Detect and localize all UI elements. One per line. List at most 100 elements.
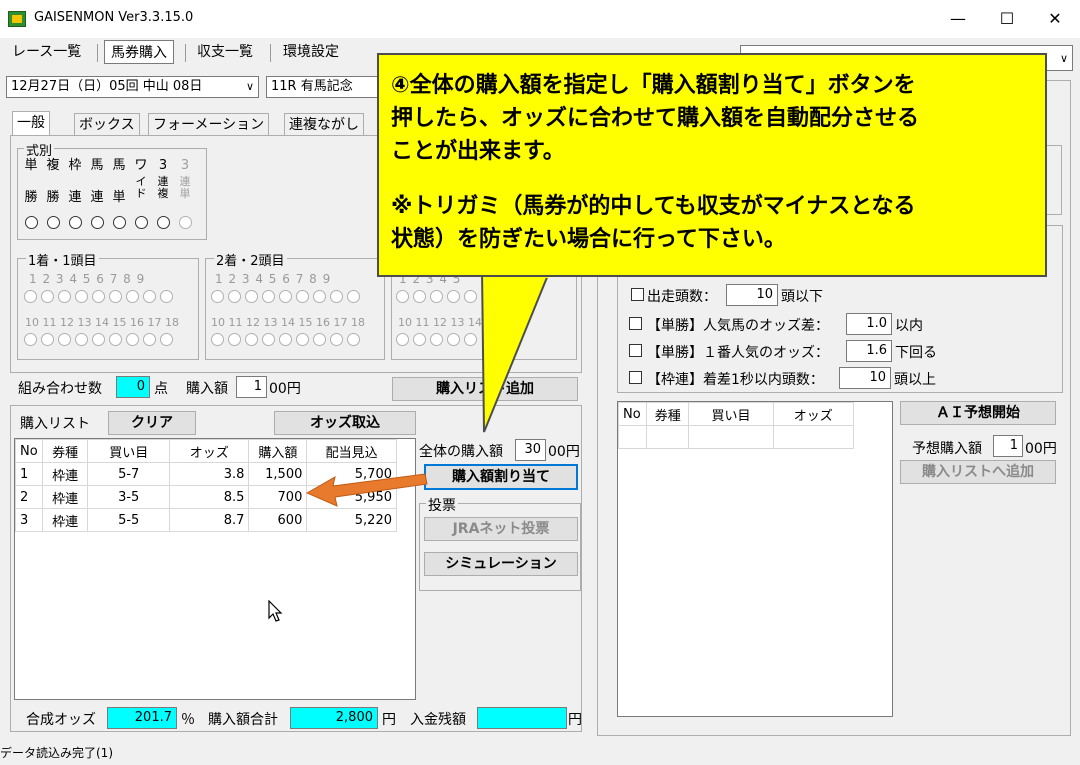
- horse-radio[interactable]: [143, 290, 156, 303]
- horse-radio[interactable]: [447, 333, 460, 346]
- horse-radio[interactable]: [228, 333, 241, 346]
- import-odds-button[interactable]: オッズ取込: [274, 411, 416, 435]
- horse-radio[interactable]: [330, 290, 343, 303]
- tab-formation[interactable]: フォーメーション: [148, 113, 270, 135]
- horse-radio[interactable]: [430, 290, 443, 303]
- allocate-amount-button[interactable]: 購入額割り当て: [424, 464, 578, 490]
- bet-type-option[interactable]: 3 連単: [175, 158, 195, 234]
- horse-radio[interactable]: [109, 290, 122, 303]
- horse-radio[interactable]: [41, 333, 54, 346]
- column-header: オッズ: [772, 402, 855, 426]
- menu-balance-list[interactable]: 収支一覧: [191, 40, 259, 64]
- horse-radio[interactable]: [58, 290, 71, 303]
- bet-type-option[interactable]: 枠連: [65, 158, 85, 234]
- bet-type-radio[interactable]: [46, 216, 60, 229]
- condition-input-3[interactable]: 1.6: [846, 340, 892, 362]
- bet-type-option[interactable]: 複勝: [43, 158, 63, 234]
- horse-radio[interactable]: [92, 333, 105, 346]
- bet-type-radio[interactable]: [90, 216, 104, 229]
- bet-type-option[interactable]: 馬連: [87, 158, 107, 234]
- horse-radio[interactable]: [330, 333, 343, 346]
- bet-type-radio[interactable]: [156, 216, 170, 229]
- horse-radio[interactable]: [396, 333, 409, 346]
- horse-radio[interactable]: [245, 290, 258, 303]
- horse-radio[interactable]: [262, 290, 275, 303]
- horse-radio[interactable]: [313, 290, 326, 303]
- horse-radio[interactable]: [160, 333, 173, 346]
- horse-radio[interactable]: [24, 333, 37, 346]
- horse-radio[interactable]: [347, 290, 360, 303]
- bet-type-radio[interactable]: [134, 216, 148, 229]
- horse-radio[interactable]: [447, 290, 460, 303]
- predict-amount-label: 予想購入額: [912, 441, 982, 457]
- bet-type-option[interactable]: ワイド: [131, 158, 151, 234]
- horse-radio[interactable]: [262, 333, 275, 346]
- horse-radio[interactable]: [296, 290, 309, 303]
- horse-radio[interactable]: [58, 333, 71, 346]
- bet-type-radio[interactable]: [24, 216, 38, 229]
- horse-radio[interactable]: [75, 290, 88, 303]
- horse-radio[interactable]: [75, 333, 88, 346]
- bet-type-radio[interactable]: [112, 216, 126, 229]
- bet-type-radio[interactable]: [68, 216, 82, 229]
- menu-race-list[interactable]: レース一覧: [6, 40, 87, 64]
- horse-radio[interactable]: [109, 333, 122, 346]
- composite-odds-field: 201.7: [107, 707, 177, 729]
- bet-type-option[interactable]: 単勝: [21, 158, 41, 234]
- table-row[interactable]: 3 枠連 5-5 8.7 600 5,220: [15, 508, 397, 532]
- bet-type-radio[interactable]: [178, 216, 192, 229]
- condition-input-1[interactable]: 10: [726, 284, 778, 306]
- bet-type-option[interactable]: 3 連複: [153, 158, 173, 234]
- horse-radio[interactable]: [126, 290, 139, 303]
- jra-net-vote-button[interactable]: JRAネット投票: [424, 517, 578, 541]
- horse-radio[interactable]: [313, 333, 326, 346]
- clear-button[interactable]: クリア: [108, 411, 196, 435]
- horse-radio[interactable]: [24, 290, 37, 303]
- horse-radio[interactable]: [347, 333, 360, 346]
- horse-radio[interactable]: [211, 290, 224, 303]
- horse-radio[interactable]: [160, 290, 173, 303]
- add-ai-to-list-button[interactable]: 購入リストへ追加: [900, 460, 1056, 484]
- tab-general[interactable]: 一般: [12, 111, 50, 136]
- minimize-button[interactable]: —: [943, 8, 973, 30]
- horse-numbers-row2: 10 11 12 13 14 15 16 17 18: [211, 316, 365, 329]
- cell-selection: 5-5: [87, 508, 170, 532]
- horse-radio[interactable]: [430, 333, 443, 346]
- horse-radio[interactable]: [92, 290, 105, 303]
- tab-box[interactable]: ボックス: [74, 113, 140, 135]
- menu-settings[interactable]: 環境設定: [277, 40, 345, 64]
- table-row: [617, 425, 855, 449]
- horse-radio[interactable]: [279, 290, 292, 303]
- horse-radio[interactable]: [396, 290, 409, 303]
- horse-radio[interactable]: [413, 290, 426, 303]
- horse-radio[interactable]: [143, 333, 156, 346]
- horse-radio[interactable]: [245, 333, 258, 346]
- horse-radio[interactable]: [41, 290, 54, 303]
- condition-checkbox-4[interactable]: [629, 371, 642, 384]
- condition-checkbox-3[interactable]: [629, 344, 642, 357]
- bet-type-option[interactable]: 馬単: [109, 158, 129, 234]
- race-selector[interactable]: 11R 有馬記念: [266, 76, 386, 98]
- horse-radio[interactable]: [413, 333, 426, 346]
- horse-radio-row: [396, 290, 481, 307]
- purchase-amount-input[interactable]: 1: [236, 376, 267, 398]
- predict-amount-input[interactable]: 1: [993, 435, 1023, 457]
- condition-input-2[interactable]: 1.0: [846, 313, 892, 335]
- date-selector[interactable]: 12月27日（日）05回 中山 08日 ∨: [6, 76, 259, 98]
- horse-radio[interactable]: [211, 333, 224, 346]
- menu-ticket-purchase[interactable]: 馬券購入: [104, 40, 174, 64]
- maximize-button[interactable]: ☐: [992, 8, 1022, 30]
- condition-checkbox-2[interactable]: [629, 317, 642, 330]
- condition-input-4[interactable]: 10: [839, 367, 891, 389]
- horse-radio[interactable]: [126, 333, 139, 346]
- close-button[interactable]: ✕: [1040, 8, 1070, 30]
- simulation-button[interactable]: シミュレーション: [424, 552, 578, 576]
- total-purchase-label: 全体の購入額: [419, 444, 503, 460]
- condition-checkbox-1[interactable]: [631, 288, 644, 301]
- tab-renfuku-nagashi[interactable]: 連複ながし: [284, 113, 364, 135]
- total-purchase-input[interactable]: 30: [515, 439, 546, 461]
- ai-predict-start-button[interactable]: ＡＩ予想開始: [900, 401, 1056, 425]
- horse-radio[interactable]: [296, 333, 309, 346]
- horse-radio[interactable]: [228, 290, 241, 303]
- horse-radio[interactable]: [279, 333, 292, 346]
